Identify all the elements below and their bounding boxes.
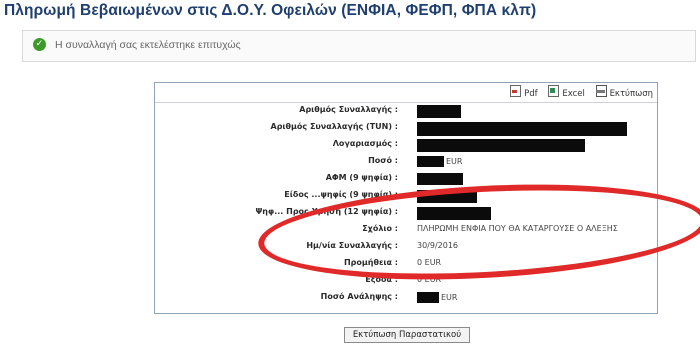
- field-reference-code: Ψηφ... Προς Χρήση (12 ψηφία) :: [155, 206, 657, 221]
- field-label: Προμήθεια :: [343, 258, 398, 267]
- field-afm: ΑΦΜ (9 ψηφία) :: [155, 172, 657, 187]
- field-label: Είδος ...ψηφίς (9 ψηφία) :: [284, 190, 398, 199]
- field-label: Σχόλιο :: [362, 224, 398, 233]
- redaction-bar: [417, 190, 477, 203]
- field-label: Ποσό :: [368, 156, 398, 165]
- field-value: [417, 207, 491, 220]
- check-circle-icon: ✓: [33, 38, 46, 51]
- field-value: [417, 173, 463, 185]
- excel-label: Excel: [562, 89, 585, 99]
- toolbar-divider: [155, 102, 657, 103]
- amount-currency: EUR: [446, 157, 463, 166]
- field-label: Έξοδα :: [364, 275, 398, 284]
- redaction-bar: [417, 292, 439, 303]
- success-message-box: ✓ Η συναλλαγή σας εκτελέστηκε επιτυχώς: [22, 30, 696, 62]
- field-comment: Σχόλιο : ΠΛΗΡΩΜΗ ΕΝΦΙΑ ΠΟΥ ΘΑ ΚΑΤΑΡΓΟΥΣΕ…: [155, 223, 657, 238]
- pdf-icon: [510, 85, 522, 97]
- field-withdrawal-amount: Ποσό Ανάληψης : EUR: [155, 291, 657, 306]
- field-label: Ημ/νία Συναλλαγής :: [306, 241, 398, 250]
- field-value: 0 EUR: [417, 258, 442, 267]
- field-value: EUR: [417, 292, 457, 303]
- redaction-bar: [417, 105, 461, 118]
- withdrawal-currency: EUR: [441, 293, 458, 302]
- field-transaction-date: Ημ/νία Συναλλαγής : 30/9/2016: [155, 240, 657, 255]
- page-title: Πληρωμή Βεβαιωμένων στις Δ.Ο.Υ. Οφειλών …: [4, 2, 537, 19]
- printer-icon: [595, 85, 607, 97]
- field-account: Λογαριασμός :: [155, 138, 657, 153]
- excel-export-link[interactable]: Excel: [548, 85, 585, 99]
- print-receipt-button[interactable]: Εκτύπωση Παραστατικού: [344, 327, 470, 343]
- field-expenses: Έξοδα : 0 EUR: [155, 274, 657, 289]
- redaction-bar: [417, 156, 444, 167]
- success-message-text: Η συναλλαγή σας εκτελέστηκε επιτυχώς: [55, 39, 241, 51]
- field-value: 30/9/2016: [417, 241, 459, 250]
- field-payment-type: Είδος ...ψηφίς (9 ψηφία) :: [155, 189, 657, 204]
- field-label: Ποσό Ανάληψης :: [320, 292, 398, 301]
- print-label: Εκτύπωση: [609, 89, 653, 99]
- field-value: EUR: [417, 156, 462, 167]
- export-toolbar: Pdf Excel Εκτύπωση: [502, 85, 653, 99]
- field-commission: Προμήθεια : 0 EUR: [155, 257, 657, 272]
- redaction-bar: [417, 122, 627, 136]
- field-value: 0 EUR: [417, 275, 442, 284]
- print-link[interactable]: Εκτύπωση: [595, 85, 653, 99]
- field-amount: Ποσό : EUR: [155, 155, 657, 170]
- transaction-receipt: Pdf Excel Εκτύπωση Αριθμός Συναλλαγής : …: [154, 82, 658, 314]
- field-transaction-number: Αριθμός Συναλλαγής :: [155, 104, 657, 119]
- field-label: Λογαριασμός :: [332, 139, 398, 148]
- redaction-bar: [417, 139, 585, 152]
- pdf-label: Pdf: [524, 89, 538, 99]
- field-transaction-tun: Αριθμός Συναλλαγής (TUN) :: [155, 121, 657, 136]
- field-value: [417, 139, 585, 152]
- field-value: [417, 122, 627, 136]
- field-label: ΑΦΜ (9 ψηφία) :: [325, 173, 398, 182]
- field-value: ΠΛΗΡΩΜΗ ΕΝΦΙΑ ΠΟΥ ΘΑ ΚΑΤΑΡΓΟΥΣΕ Ο ΑΛΕΞΗΣ: [417, 224, 618, 233]
- redaction-bar: [417, 173, 463, 185]
- field-value: [417, 105, 461, 118]
- pdf-export-link[interactable]: Pdf: [510, 85, 538, 99]
- excel-icon: [548, 85, 560, 97]
- redaction-bar: [417, 207, 491, 220]
- field-value: [417, 190, 477, 203]
- field-label: Ψηφ... Προς Χρήση (12 ψηφία) :: [255, 207, 398, 216]
- field-label: Αριθμός Συναλλαγής :: [299, 105, 398, 114]
- field-label: Αριθμός Συναλλαγής (TUN) :: [270, 122, 399, 131]
